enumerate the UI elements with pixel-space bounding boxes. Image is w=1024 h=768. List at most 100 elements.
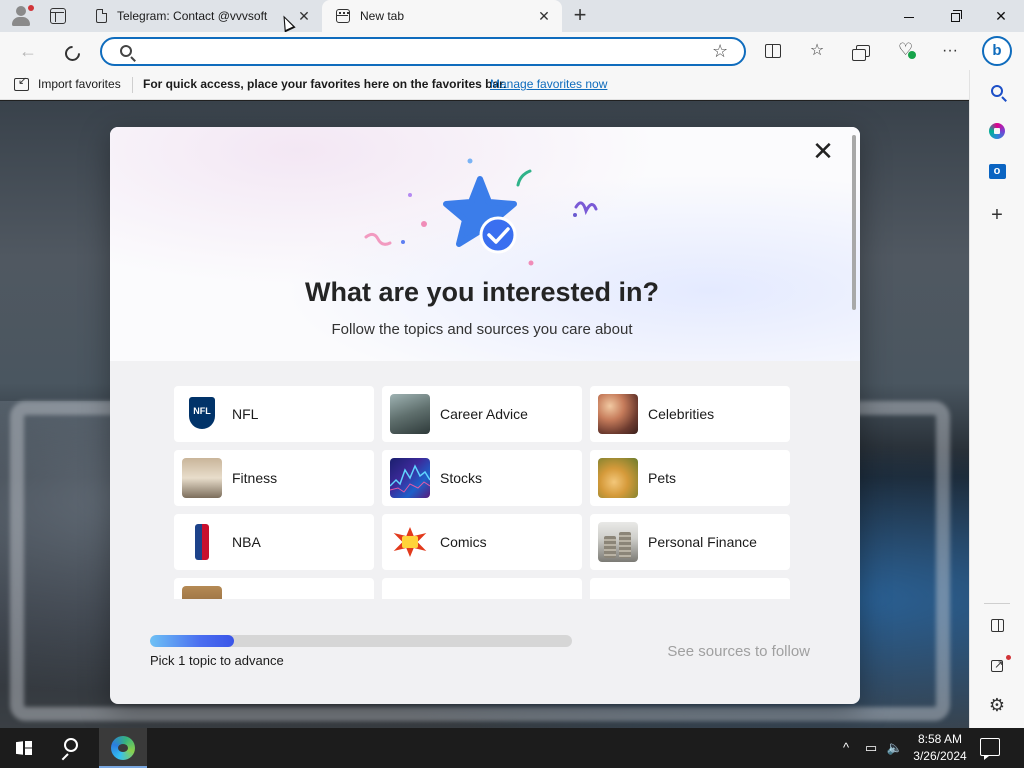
notification-dot [1006,655,1011,660]
restore-button[interactable] [932,0,978,32]
browser-essentials-icon [898,39,916,61]
network-icon[interactable]: ▭ [860,728,882,768]
windows-taskbar: ^ ▭ 🔈✕ 8:58 AM 3/26/2024 [0,728,1024,768]
sidebar-add-button[interactable]: + [986,204,1008,226]
topic-label: Fitness [232,470,278,486]
topics-grid[interactable]: NFL Career Advice Celebrities Fitness St… [174,386,794,599]
taskbar-edge-button[interactable] [99,728,147,768]
split-screen-button[interactable] [762,40,784,62]
nba-logo-icon [182,522,222,562]
sidebar-panel-icon [990,619,1004,633]
topic-label: Personal Finance [648,534,757,550]
minimize-button[interactable] [886,0,932,32]
tab-strip: Telegram: Contact @vvvsoft ✕ New tab ✕ +… [0,0,1024,33]
pets-thumbnail [598,458,638,498]
clock-date: 3/26/2024 [913,749,967,763]
more-icon: ··· [942,42,958,59]
fitness-thumbnail [182,458,222,498]
show-hidden-icons-button[interactable]: ^ [836,728,856,768]
page-icon [96,9,107,23]
dialog-subtitle: Follow the topics and sources you care a… [331,321,633,338]
collections-icon [852,44,870,61]
notification-center-icon[interactable] [980,738,1000,760]
open-external-icon [991,654,1003,676]
topic-card-partial[interactable] [382,578,582,599]
address-bar[interactable]: ☆ [100,37,746,66]
search-icon [64,738,78,752]
sidebar-open-external-button[interactable] [986,654,1011,677]
profile-head [16,6,26,16]
sidebar-office-button[interactable] [986,120,1008,142]
favorites-hint: For quick access, place your favorites h… [143,77,507,91]
taskbar-search-button[interactable] [52,728,92,768]
favorite-star-icon[interactable]: ☆ [712,41,728,62]
browser-toolbar: ← ☆ ☆ ··· b [0,32,1024,70]
sidebar-search-icon [991,84,1003,97]
profile-avatar-icon[interactable] [10,5,34,27]
topic-card-career-advice[interactable]: Career Advice [382,386,582,442]
bing-copilot-button[interactable]: b [982,36,1012,66]
profile-body [12,17,30,26]
comics-thumbnail [390,522,430,562]
sidebar-outlook-button[interactable]: o [986,161,1008,183]
topic-label: Comics [440,534,487,550]
plus-icon: + [991,204,1003,226]
tab-actions-icon[interactable] [50,8,66,24]
split-screen-icon [765,43,781,58]
volume-muted-icon[interactable]: 🔈✕ [884,728,906,768]
new-tab-page-icon [336,9,350,23]
tab-title: New tab [360,9,405,23]
close-window-button[interactable]: ✕ [978,0,1024,32]
dialog-close-button[interactable]: ✕ [810,138,836,165]
topic-card-nba[interactable]: NBA [174,514,374,570]
bing-copilot-icon: b [992,42,1002,59]
topic-card-partial[interactable] [174,578,374,599]
stock-chart-icon [390,464,430,493]
import-favorites-button[interactable]: Import favorites [14,74,121,91]
tab-title: Telegram: Contact @vvvsoft [117,9,268,23]
topic-label: Celebrities [648,406,715,422]
sidebar-search-button[interactable] [986,80,1008,102]
topic-card-fitness[interactable]: Fitness [174,450,374,506]
tab-new-tab[interactable]: New tab ✕ [322,0,562,32]
import-icon [14,74,29,91]
address-input[interactable] [142,42,702,61]
minimize-icon [904,16,914,18]
tab-close-button[interactable]: ✕ [536,8,552,24]
stocks-thumbnail [390,458,430,498]
topic-card-comics[interactable]: Comics [382,514,582,570]
topic-thumbnail [182,586,222,599]
topic-card-stocks[interactable]: Stocks [382,450,582,506]
topic-card-personal-finance[interactable]: Personal Finance [590,514,790,570]
topic-card-celebrities[interactable]: Celebrities [590,386,790,442]
interests-dialog: ✕ What are you interested in? Follow the… [110,127,860,704]
topic-card-nfl[interactable]: NFL [174,386,374,442]
topic-label: Career Advice [440,406,528,422]
topic-card-pets[interactable]: Pets [590,450,790,506]
topic-label: Pets [648,470,677,486]
more-button[interactable]: ··· [939,40,961,62]
sidebar-hide-button[interactable] [986,615,1008,637]
refresh-icon [61,42,83,65]
see-sources-button[interactable]: See sources to follow [630,643,810,660]
clock-time: 8:58 AM [917,732,963,746]
search-icon [120,45,132,57]
collections-button[interactable] [852,40,874,62]
back-button[interactable]: ← [16,39,40,63]
tab-close-button[interactable]: ✕ [296,8,312,24]
gear-icon: ⚙ [988,695,1006,715]
edge-sidebar: o + ⚙ [969,70,1024,728]
topic-label: Stocks [440,470,483,486]
restore-icon [950,9,962,22]
progress-label: Pick 1 topic to advance [150,653,284,668]
refresh-button[interactable] [60,39,84,65]
browser-essentials-button[interactable] [895,39,917,62]
manage-favorites-link[interactable]: Manage favorites now [490,77,607,91]
topic-card-partial[interactable] [590,578,790,599]
taskbar-clock[interactable]: 8:58 AM 3/26/2024 [910,731,970,765]
new-tab-button[interactable]: + [568,4,592,28]
favorites-button[interactable]: ☆ [806,40,828,62]
start-button[interactable] [0,728,48,768]
sidebar-settings-button[interactable]: ⚙ [986,694,1008,716]
nfl-logo-icon [182,394,222,434]
